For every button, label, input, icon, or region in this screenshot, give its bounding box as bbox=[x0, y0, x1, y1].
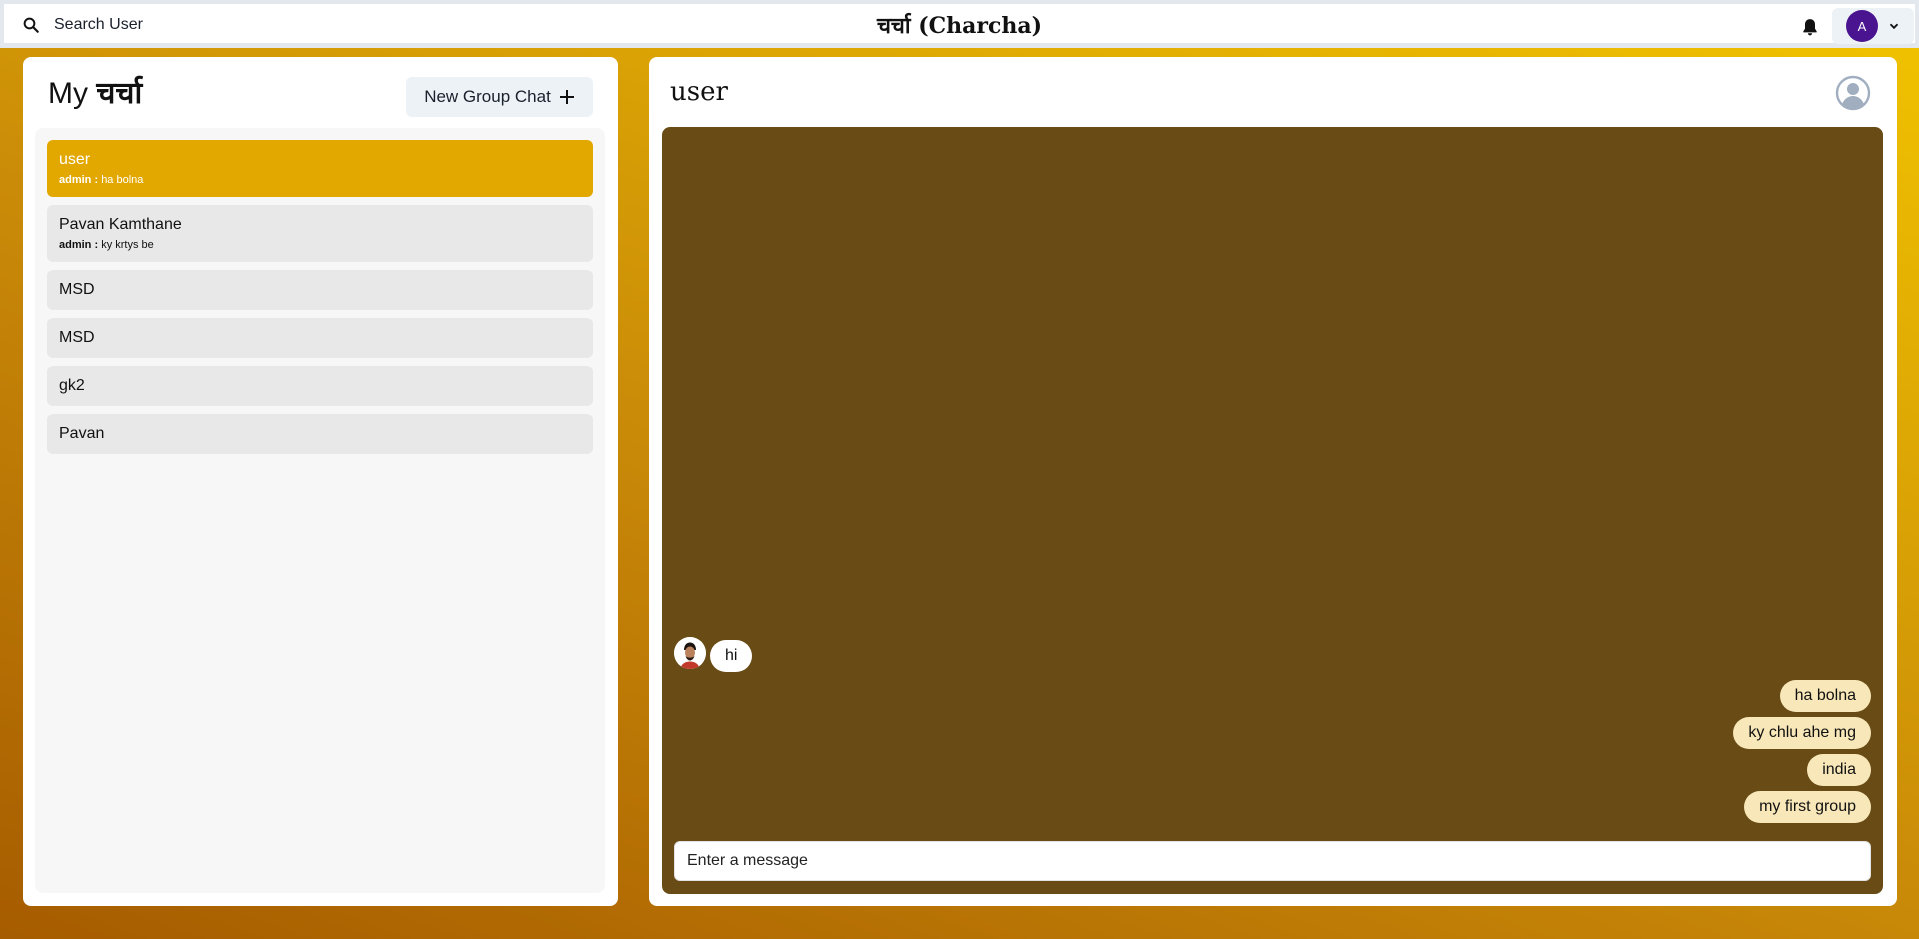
sender-photo-icon bbox=[674, 637, 706, 669]
chat-list-item[interactable]: MSD bbox=[47, 318, 593, 358]
chat-list-item[interactable]: user admin : ha bolna bbox=[47, 140, 593, 197]
sent-message-bubble: ha bolna bbox=[1779, 680, 1871, 712]
top-navbar: Search User चर्चा (Charcha) A bbox=[0, 0, 1919, 48]
chat-panel: user hi ha bolna ky chlu ahe mg india my… bbox=[649, 57, 1897, 906]
search-user-label: Search User bbox=[54, 16, 143, 33]
message-input[interactable] bbox=[674, 841, 1871, 881]
latest-sender: admin : bbox=[59, 239, 99, 251]
chat-name: gk2 bbox=[59, 377, 85, 394]
new-group-chat-label: New Group Chat bbox=[424, 87, 551, 106]
avatar[interactable] bbox=[674, 637, 706, 669]
user-profile-icon[interactable] bbox=[1835, 75, 1871, 111]
chat-title: user bbox=[670, 77, 728, 107]
my-chats-title-hindi: चर्चा bbox=[96, 76, 143, 111]
chat-name: Pavan bbox=[59, 425, 105, 442]
my-chats-title-prefix: My bbox=[48, 77, 88, 110]
chat-list-item[interactable]: MSD bbox=[47, 270, 593, 310]
bell-icon[interactable] bbox=[1800, 17, 1820, 37]
chat-list-item[interactable]: gk2 bbox=[47, 366, 593, 406]
app-title: चर्चा (Charcha) bbox=[876, 13, 1043, 39]
my-chats-title: My चर्चा bbox=[48, 71, 142, 112]
chat-list-item[interactable]: Pavan Kamthane admin : ky krtys be bbox=[47, 205, 593, 262]
chat-name: MSD bbox=[59, 329, 95, 346]
my-chats-panel: My चर्चा New Group Chat user admin : ha … bbox=[23, 57, 618, 906]
chat-name: Pavan Kamthane bbox=[59, 216, 182, 233]
latest-text: ky krtys be bbox=[101, 239, 154, 251]
new-group-chat-button[interactable]: New Group Chat bbox=[406, 77, 593, 117]
chevron-down-icon bbox=[1889, 23, 1899, 30]
chat-list-item[interactable]: Pavan bbox=[47, 414, 593, 454]
sent-message-bubble: ky chlu ahe mg bbox=[1733, 717, 1871, 749]
latest-sender: admin : bbox=[59, 174, 99, 186]
latest-text: ha bolna bbox=[101, 174, 144, 186]
search-icon bbox=[23, 17, 39, 33]
chat-latest-message: admin : ky krtys be bbox=[59, 239, 581, 251]
chat-name: MSD bbox=[59, 281, 95, 298]
received-message-bubble: hi bbox=[710, 640, 753, 672]
avatar: A bbox=[1846, 10, 1878, 42]
chat-list: user admin : ha bolna Pavan Kamthane adm… bbox=[35, 128, 605, 893]
chat-name: user bbox=[59, 151, 91, 168]
plus-icon bbox=[559, 90, 574, 104]
messages-area: hi ha bolna ky chlu ahe mg india my firs… bbox=[662, 127, 1883, 894]
search-user-button[interactable]: Search User bbox=[16, 10, 166, 40]
profile-menu-button[interactable]: A bbox=[1832, 8, 1914, 44]
sent-message-bubble: india bbox=[1807, 754, 1871, 786]
chat-latest-message: admin : ha bolna bbox=[59, 174, 581, 186]
sent-message-bubble: my first group bbox=[1744, 791, 1871, 823]
